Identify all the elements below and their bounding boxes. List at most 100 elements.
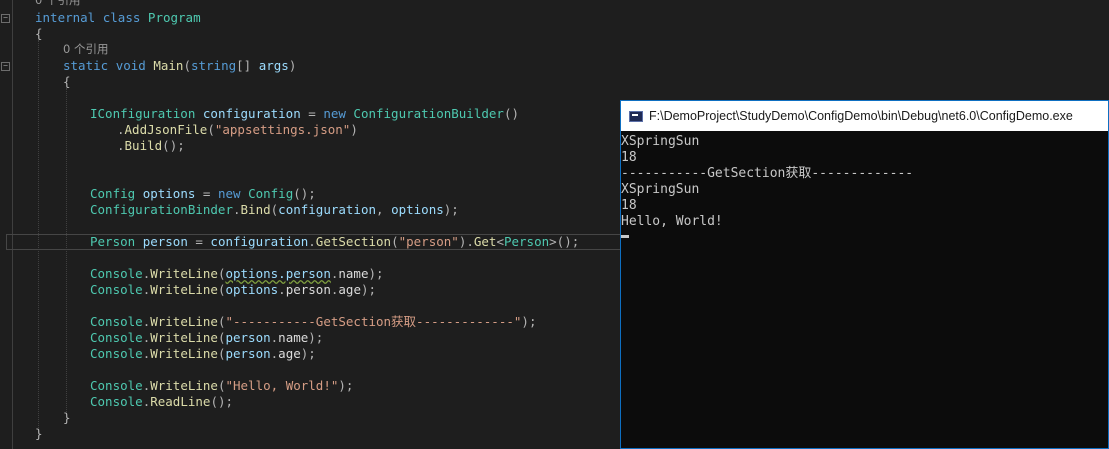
console-output-line: Hello, World! [621,214,723,229]
code-token: configuration [278,202,377,217]
code-token: new [217,186,241,201]
code-token: , [376,202,392,217]
code-token: Person [503,234,550,249]
code-token: WriteLine [150,330,218,345]
code-text: internal class Program [35,10,201,26]
code-line[interactable]: .AddJsonFile("appsettings.json") [0,122,615,138]
code-text: } [63,410,71,426]
code-token: Console [90,394,143,409]
code-token: "person" [398,234,459,249]
code-line[interactable]: ConfigurationBinder.Bind(configuration, … [0,202,615,218]
code-token: ); [338,378,354,393]
code-line[interactable]: } [0,410,615,426]
code-token: WriteLine [150,378,218,393]
code-line[interactable]: Person person = configuration.GetSection… [0,234,615,250]
code-token: ); [521,314,537,329]
code-token: ); [360,282,377,297]
code-line[interactable]: .Build(); [0,138,615,154]
code-line[interactable]: { [0,26,615,42]
code-token: AddJsonFile [124,122,208,137]
code-line[interactable]: 0 个引用 [0,41,615,57]
code-text: { [63,74,71,90]
code-text: ConfigurationBinder.Bind(configuration, … [90,202,459,218]
code-text: IConfiguration configuration = new Confi… [90,106,519,122]
cmd-icon [629,110,643,122]
console-titlebar[interactable]: F:\DemoProject\StudyDemo\ConfigDemo\bin\… [621,101,1108,131]
code-token: Person [90,234,136,249]
code-token: = [187,234,211,249]
code-text: 0 个引用 [63,41,108,57]
code-token: Program [147,10,201,25]
code-token: . [117,122,125,137]
code-line[interactable]: internal class Program [0,10,615,26]
code-line[interactable]: Console.WriteLine(person.name); [0,330,615,346]
code-line[interactable]: Config options = new Config(); [0,186,615,202]
code-token: name [278,330,309,345]
console-output-line: 18 [621,150,637,165]
console-output-line: XSpringSun [621,134,700,149]
code-token: Main [153,58,184,73]
code-token: = [195,186,218,201]
code-line[interactable]: Console.WriteLine(options.person.name); [0,266,615,282]
code-token: configuration [210,234,309,249]
code-token: ConfigurationBuilder [353,106,504,121]
code-token: name [338,266,369,281]
code-text: Person person = configuration.GetSection… [90,234,579,250]
code-line[interactable]: Console.ReadLine(); [0,394,615,410]
code-line[interactable]: IConfiguration configuration = new Confi… [0,106,615,122]
code-line[interactable]: Console.WriteLine(options.person.age); [0,282,615,298]
codelens-reference-count[interactable]: 0 个引用 [35,0,80,7]
code-token: ); [300,346,316,361]
code-line[interactable]: static void Main(string[] args) [0,58,615,74]
code-token: ); [443,202,459,217]
code-token: Console [90,266,143,281]
code-text: Console.WriteLine(person.age); [90,346,316,362]
console-output[interactable]: XSpringSun 18 -----------GetSection获取---… [621,131,1108,238]
code-token: Bind [240,202,271,217]
code-line[interactable]: Console.WriteLine(person.age); [0,346,615,362]
code-line[interactable]: { [0,74,615,90]
console-cursor [621,235,629,238]
code-token: person [225,346,271,361]
code-token: WriteLine [150,266,218,281]
code-token: class [102,10,141,25]
code-token: ( [391,234,399,249]
code-token: Get [473,234,497,249]
code-token: [] [236,58,259,73]
code-token: age [338,282,361,297]
code-line[interactable]: Console.WriteLine("-----------GetSection… [0,314,615,330]
code-line[interactable]: 0 个引用 [0,0,615,8]
code-token: ); [368,266,384,281]
code-text: Console.WriteLine("Hello, World!"); [90,378,353,394]
code-text: Console.WriteLine(options.person.age); [90,282,376,298]
code-text: 0 个引用 [35,0,80,8]
code-token: person [285,282,331,297]
code-token: ) [288,58,297,73]
code-token: Config [248,186,294,201]
console-window[interactable]: F:\DemoProject\StudyDemo\ConfigDemo\bin\… [620,100,1109,449]
code-line[interactable]: Console.WriteLine("Hello, World!"); [0,378,615,394]
console-output-line: XSpringSun [621,182,700,197]
codelens-reference-count[interactable]: 0 个引用 [63,42,108,56]
code-token: WriteLine [150,282,218,297]
code-token: options [225,282,279,297]
code-token: (); [162,138,185,153]
code-token: = [300,106,324,121]
code-token: "-----------GetSection获取-------------" [225,314,522,329]
code-token: ( [183,58,191,73]
code-token: Console [90,346,143,361]
code-line[interactable]: } [0,426,615,442]
code-token: static [63,58,109,73]
code-text: } [35,426,43,442]
code-text: { [35,26,43,42]
code-token: Build [124,138,163,153]
code-token: string [190,58,237,73]
code-token: < [496,234,504,249]
code-text: Console.WriteLine(options.person.name); [90,266,384,282]
code-token: . [278,282,286,297]
